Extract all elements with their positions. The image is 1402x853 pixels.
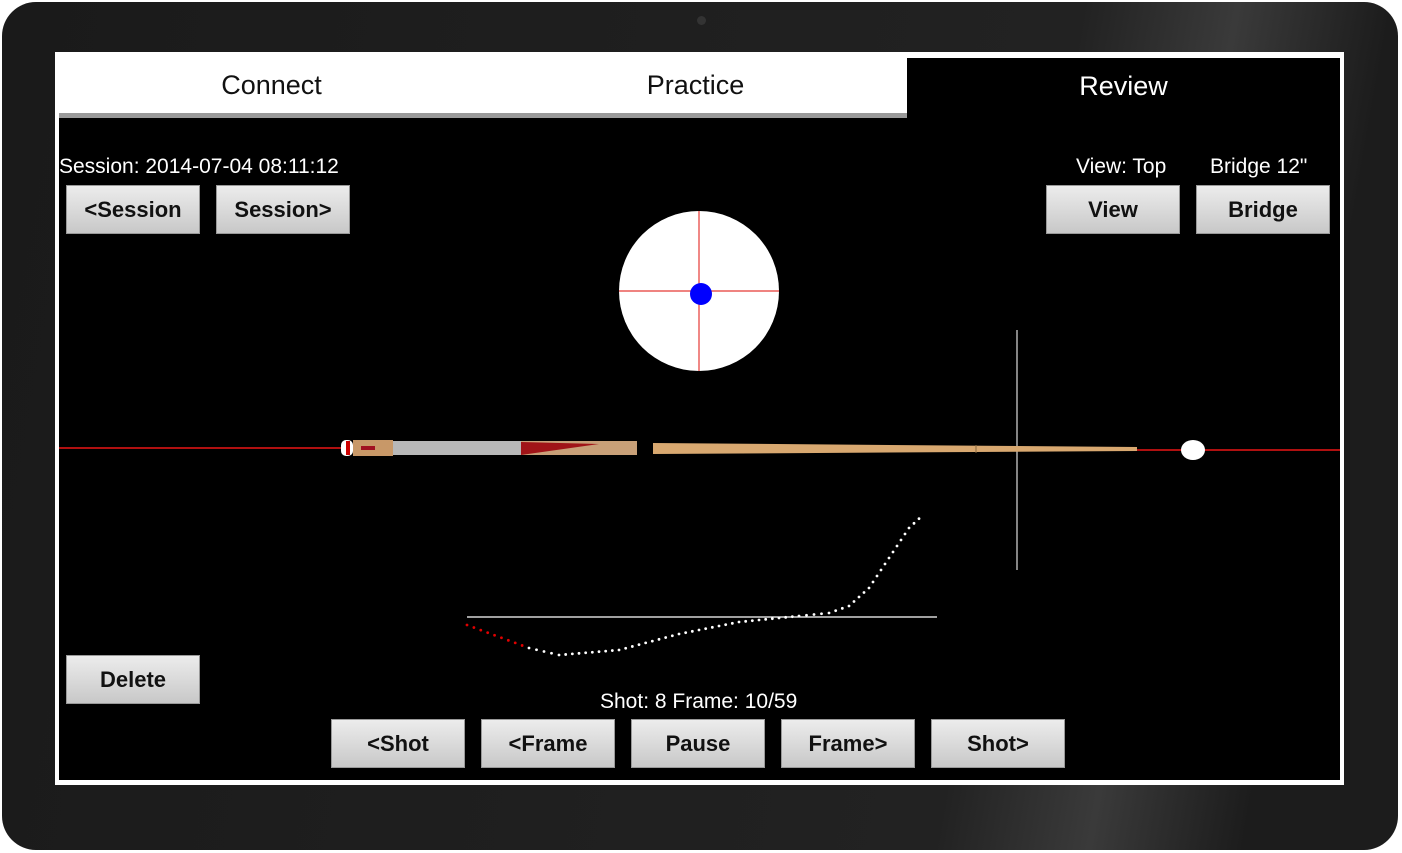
camera-icon xyxy=(697,16,706,25)
trajectory-dot xyxy=(542,650,546,653)
trajectory-dot xyxy=(465,623,469,627)
trajectory-dot xyxy=(903,532,907,536)
trajectory-dot xyxy=(506,638,510,642)
trajectory-dots xyxy=(465,517,921,657)
trajectory-dot xyxy=(805,613,808,617)
trajectory-dot xyxy=(724,623,728,627)
trajectory-dot xyxy=(912,521,916,525)
trajectory-dot xyxy=(527,646,531,650)
trajectory-dot xyxy=(617,648,621,652)
trajectory-dot xyxy=(520,644,524,647)
trajectory-dot xyxy=(717,624,721,628)
trajectory-dot xyxy=(590,650,594,654)
next-shot-button[interactable]: Shot> xyxy=(931,719,1065,768)
trajectory-dot xyxy=(917,517,921,521)
trajectory-dot xyxy=(750,619,754,623)
trajectory-dot xyxy=(883,562,887,566)
trajectory-dot xyxy=(764,617,768,621)
shot-frame-status: Shot: 8 Frame: 10/59 xyxy=(600,690,798,713)
review-panel: Connect Practice Review Session: 2014-07… xyxy=(59,58,1340,780)
trajectory-dot xyxy=(899,538,903,542)
cue-ball xyxy=(1181,440,1205,460)
trajectory-dot xyxy=(564,653,568,656)
trajectory-dot xyxy=(871,580,875,584)
trajectory-dot xyxy=(834,609,838,613)
tip-contact-dot xyxy=(690,283,712,305)
trajectory-dot xyxy=(550,651,553,655)
trajectory-dot xyxy=(535,648,538,652)
delete-button[interactable]: Delete xyxy=(66,655,200,704)
trajectory-dot xyxy=(710,625,714,629)
trajectory-dot xyxy=(493,633,496,637)
trajectory-dot xyxy=(697,628,701,632)
trajectory-dot xyxy=(570,652,574,656)
trajectory-dot xyxy=(820,612,823,616)
trajectory-dot xyxy=(730,621,734,625)
trajectory-dot xyxy=(862,591,866,594)
trajectory-dot xyxy=(472,626,476,629)
trajectory-dot xyxy=(907,526,911,530)
trajectory-dot xyxy=(597,650,601,654)
trajectory-dot xyxy=(584,651,588,655)
app-screen: Connect Practice Review Session: 2014-07… xyxy=(55,52,1344,785)
trajectory-dot xyxy=(852,600,856,603)
trajectory-dot xyxy=(486,631,490,635)
trajectory-dot xyxy=(500,636,503,640)
trajectory-dot xyxy=(684,631,688,635)
trajectory-dot xyxy=(895,544,899,548)
trajectory-dot xyxy=(887,556,891,560)
trajectory-dot xyxy=(637,643,641,647)
trajectory-dot xyxy=(812,613,816,616)
trajectory-dot xyxy=(827,611,831,615)
trajectory-dot xyxy=(797,614,801,618)
trajectory-dot xyxy=(737,620,741,624)
prev-shot-button[interactable]: <Shot xyxy=(331,719,465,768)
cue-ball-target xyxy=(619,211,779,371)
trajectory-dot xyxy=(557,653,561,657)
trajectory-dot xyxy=(577,651,581,655)
trajectory-dot xyxy=(650,639,654,643)
trajectory-dot xyxy=(513,641,517,645)
trajectory-dot xyxy=(479,628,483,632)
pause-button[interactable]: Pause xyxy=(631,719,765,768)
trajectory-dot xyxy=(840,606,844,610)
trajectory-dot xyxy=(664,636,668,639)
trajectory-dot xyxy=(670,634,674,638)
trajectory-dot xyxy=(690,629,694,633)
shot-visualization xyxy=(59,211,1340,657)
trajectory-dot xyxy=(867,586,871,590)
trajectory-dot xyxy=(875,574,879,578)
trajectory-dot xyxy=(744,619,748,623)
trajectory-dot xyxy=(757,618,761,622)
prev-frame-button[interactable]: <Frame xyxy=(481,719,615,768)
trajectory-dot xyxy=(677,632,681,636)
trajectory-dot xyxy=(784,615,788,619)
trajectory-dot xyxy=(770,617,774,621)
trajectory-dot xyxy=(857,595,861,599)
trajectory-dot xyxy=(604,649,608,653)
trajectory-dot xyxy=(644,641,648,645)
trajectory-dot xyxy=(624,646,628,650)
trajectory-dot xyxy=(891,550,895,554)
trajectory-dot xyxy=(790,615,794,619)
trajectory-dot xyxy=(704,627,708,631)
trajectory-dot xyxy=(847,604,851,608)
trajectory-dot xyxy=(610,649,614,652)
trajectory-dot xyxy=(777,616,781,620)
trajectory-dot xyxy=(879,568,883,572)
next-frame-button[interactable]: Frame> xyxy=(781,719,915,768)
trajectory-dot xyxy=(630,645,634,648)
trajectory-dot xyxy=(657,637,661,641)
